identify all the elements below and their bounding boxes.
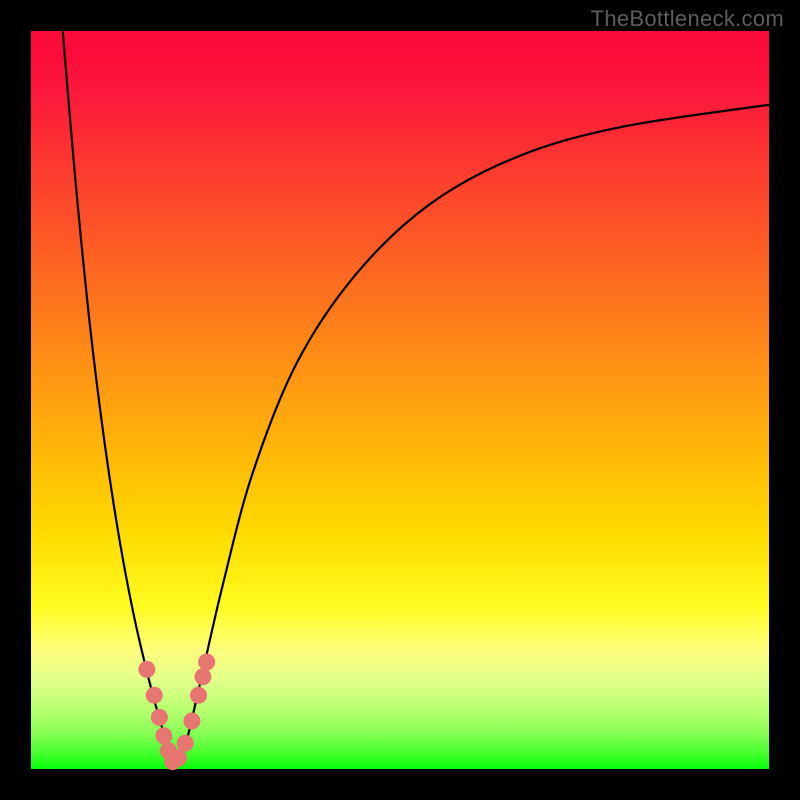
data-marker [177, 735, 194, 752]
watermark-text: TheBottleneck.com [591, 6, 784, 32]
data-marker [170, 749, 187, 766]
data-marker [151, 709, 168, 726]
curve-right-branch [176, 105, 769, 767]
chart-stage: TheBottleneck.com [0, 0, 800, 800]
data-marker [155, 727, 172, 744]
chart-svg [31, 31, 769, 769]
data-marker [198, 653, 215, 670]
data-marker [194, 668, 211, 685]
marker-group [138, 653, 215, 770]
data-marker [146, 687, 163, 704]
curve-left-branch [63, 31, 176, 767]
chart-plot-area [31, 31, 769, 769]
data-marker [190, 687, 207, 704]
data-marker [183, 713, 200, 730]
data-marker [138, 661, 155, 678]
